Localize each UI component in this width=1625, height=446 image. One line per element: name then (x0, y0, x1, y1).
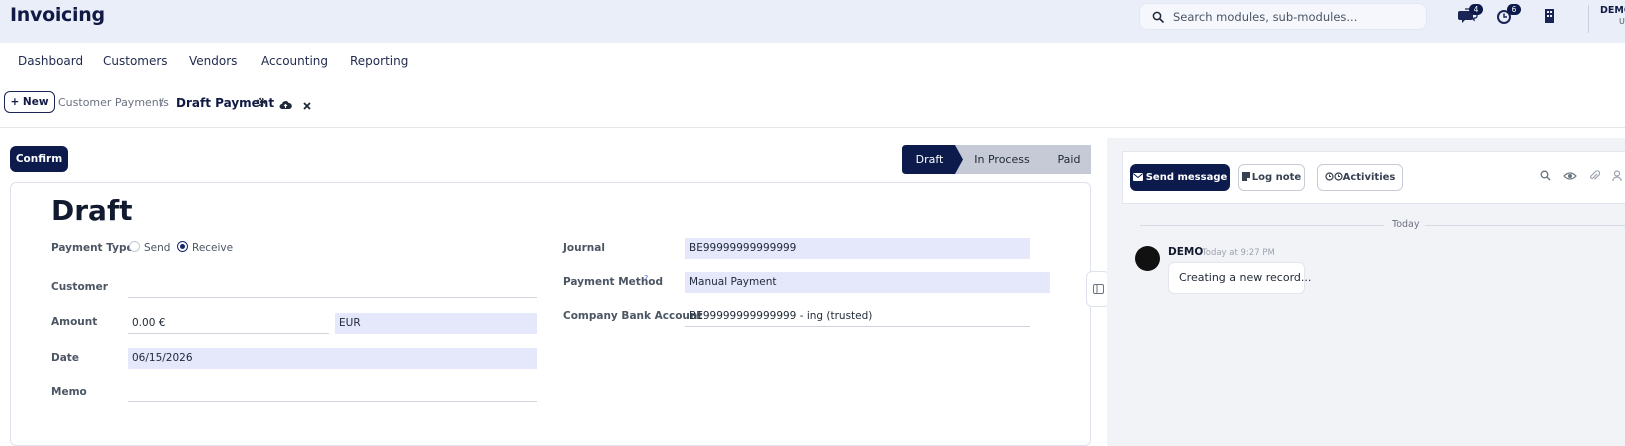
breadcrumb-customer-payments[interactable]: Customer Payments (58, 96, 169, 109)
activity-clock-icon (1325, 172, 1343, 181)
search-icon (1152, 11, 1164, 23)
payment-type-send-label[interactable]: Send (144, 242, 170, 254)
paperclip-icon[interactable] (1589, 170, 1600, 182)
navbar-divider (1588, 5, 1589, 33)
user-company: U (1619, 17, 1625, 26)
user-name[interactable]: DEMO (1600, 5, 1625, 16)
messages-badge: 4 (1469, 4, 1483, 15)
journal-field[interactable]: BE99999999999999 (685, 238, 1030, 259)
control-panel-divider (0, 127, 1625, 128)
log-note-button[interactable]: Log note (1238, 164, 1305, 191)
eye-icon[interactable] (1563, 171, 1577, 181)
search-messages-icon[interactable] (1540, 170, 1551, 181)
customer-field[interactable] (128, 277, 537, 298)
cloud-upload-icon[interactable] (279, 100, 292, 110)
gear-icon[interactable] (256, 97, 266, 107)
date-separator-line-right (1425, 225, 1625, 226)
company-bank-account-field[interactable]: BE99999999999999 - ing (trusted) (685, 306, 1030, 327)
date-separator: Today (1392, 219, 1420, 230)
menu-item-reporting[interactable]: Reporting (350, 54, 408, 68)
envelope-icon (1132, 173, 1143, 181)
memo-label: Memo (51, 386, 87, 398)
currency-field[interactable]: EUR (335, 313, 537, 334)
memo-field[interactable] (128, 381, 537, 402)
note-icon (1241, 172, 1250, 181)
menu-item-vendors[interactable]: Vendors (189, 54, 237, 68)
send-message-button[interactable]: Send message (1130, 164, 1230, 191)
date-label: Date (51, 352, 79, 364)
avatar[interactable] (1135, 246, 1160, 271)
message-time: Today at 9:27 PM (1202, 248, 1275, 258)
menu-item-dashboard[interactable]: Dashboard (18, 54, 83, 68)
company-bank-account-label: Company Bank Account (563, 310, 703, 322)
activities-badge: 6 (1507, 4, 1521, 15)
stage-paid[interactable]: Paid (1047, 145, 1091, 174)
payment-type-send-radio[interactable] (129, 241, 140, 252)
activities-label: Activities (1342, 172, 1396, 183)
status-bar: Draft In Process Paid (902, 145, 1091, 174)
journal-label: Journal (563, 242, 605, 254)
payment-type-receive-label[interactable]: Receive (192, 242, 233, 254)
stage-in-process[interactable]: In Process (962, 145, 1042, 174)
payment-method-field[interactable]: Manual Payment (685, 272, 1050, 293)
menu-item-accounting[interactable]: Accounting (261, 54, 328, 68)
confirm-button[interactable]: Confirm (10, 146, 68, 172)
search-placeholder: Search modules, sub-modules... (1173, 10, 1358, 24)
new-button[interactable]: + New (4, 91, 55, 113)
payment-method-help[interactable]: ? (644, 274, 648, 283)
message-body: Creating a new record... (1168, 262, 1311, 294)
payment-type-receive-radio[interactable] (177, 241, 188, 252)
activities-button[interactable]: Activities (1317, 164, 1403, 191)
stage-draft[interactable]: Draft (902, 145, 957, 174)
date-field[interactable]: 06/15/2026 (128, 348, 537, 369)
customer-label: Customer (51, 281, 108, 293)
panel-toggle-icon (1093, 284, 1104, 294)
record-title: Draft (51, 194, 133, 227)
search-box[interactable]: Search modules, sub-modules... (1139, 3, 1427, 30)
company-switcher[interactable] (1540, 7, 1560, 25)
close-icon[interactable] (303, 102, 311, 110)
follower-icon[interactable] (1612, 170, 1622, 182)
activities-menu[interactable]: 6 (1496, 4, 1521, 25)
amount-label: Amount (51, 316, 98, 328)
date-separator-line-left (1140, 225, 1384, 226)
breadcrumb-separator: / (160, 96, 164, 109)
app-title[interactable]: Invoicing (10, 4, 105, 26)
menu-item-customers[interactable]: Customers (103, 54, 168, 68)
message-author[interactable]: DEMO (1168, 246, 1203, 258)
building-icon (1545, 9, 1554, 23)
payment-type-label: Payment Type (51, 242, 134, 254)
messaging-menu[interactable]: 4 (1458, 4, 1483, 25)
send-message-label: Send message (1145, 172, 1228, 183)
log-note-label: Log note (1251, 172, 1302, 183)
amount-field[interactable]: 0.00 € (128, 313, 329, 334)
top-navbar: Invoicing Search modules, sub-modules...… (0, 0, 1625, 43)
